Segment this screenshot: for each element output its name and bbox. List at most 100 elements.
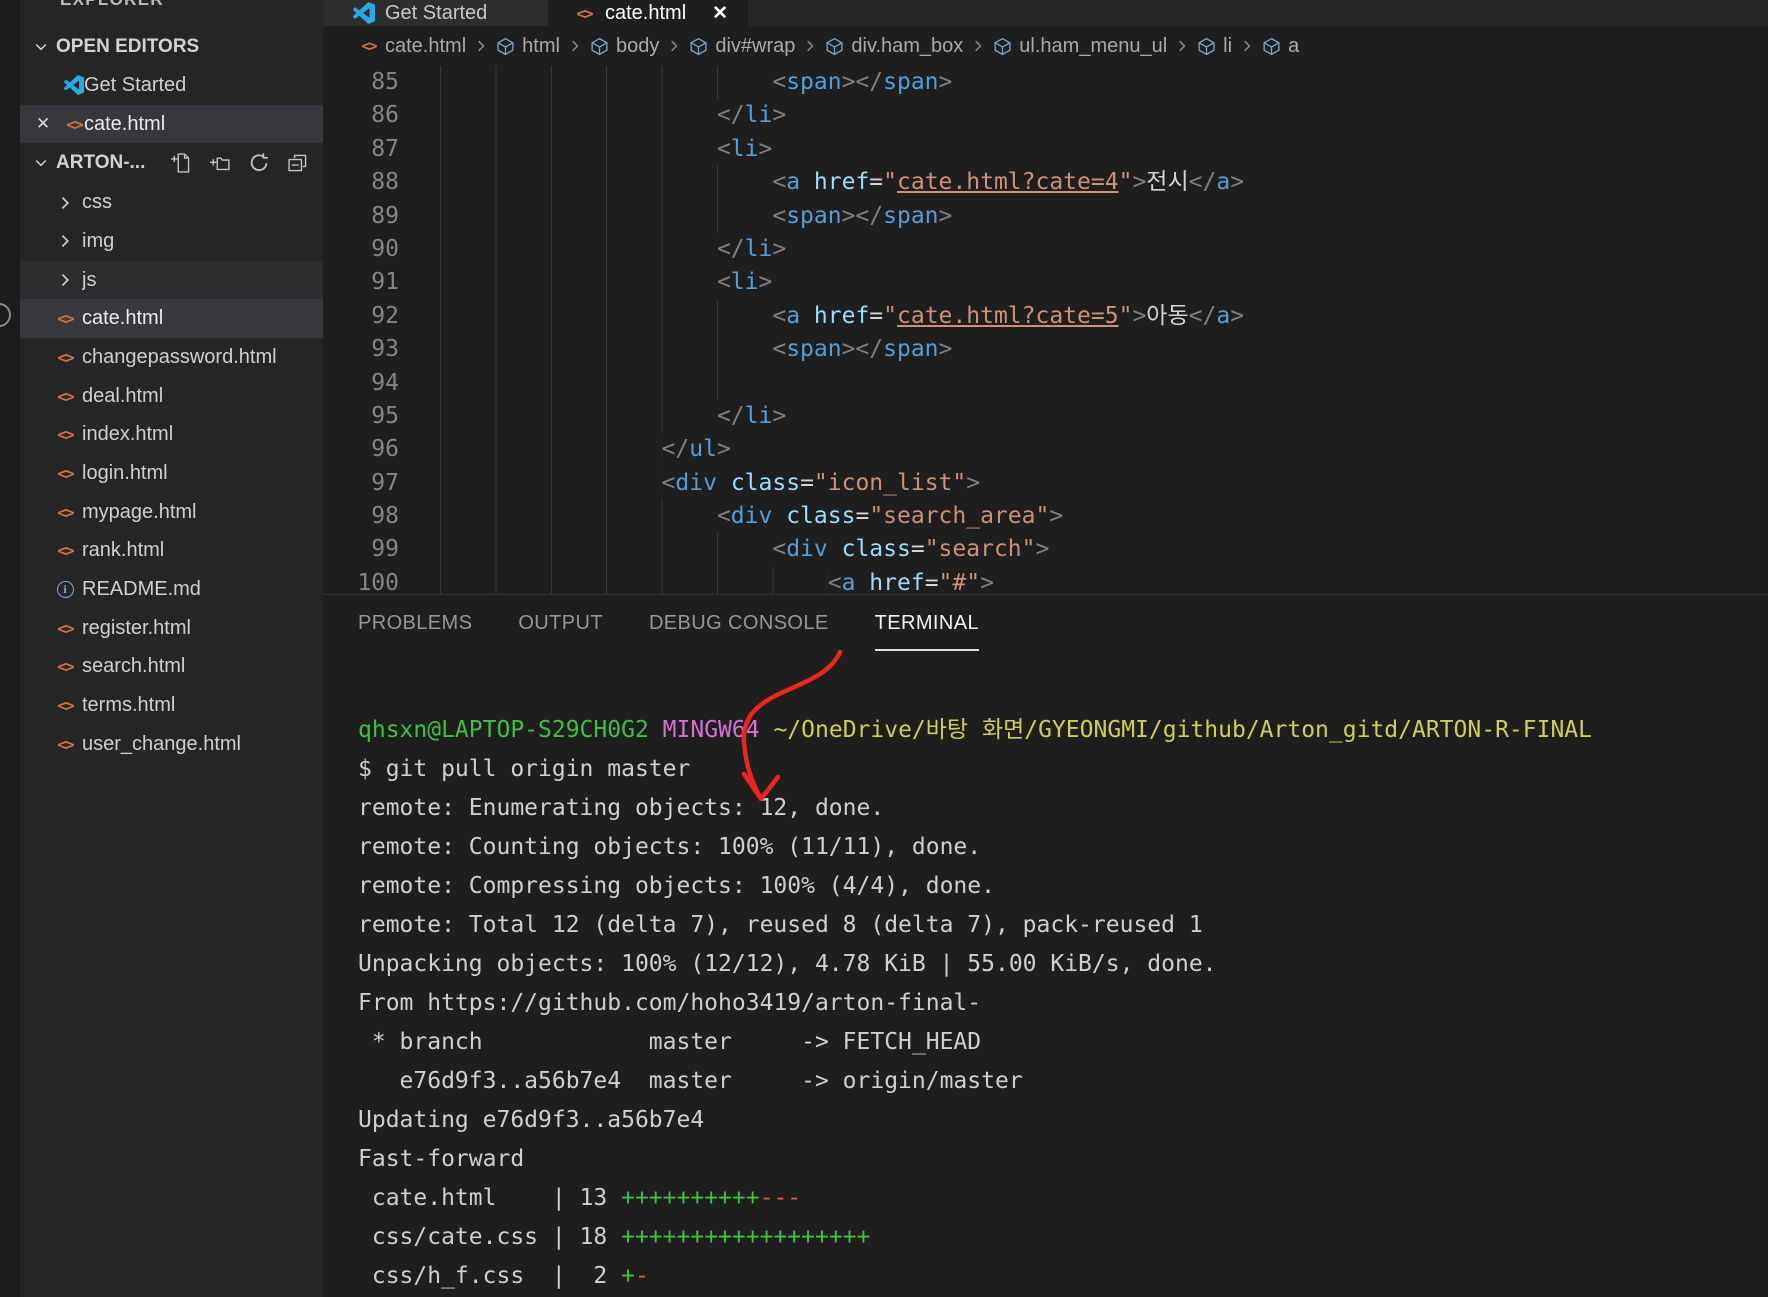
line-number[interactable]: 97 [323,467,399,500]
terminal-text: Fast-forward [358,1146,525,1172]
file-readme-md[interactable]: i README.md [20,570,323,609]
breadcrumb-item-body[interactable]: body [590,35,659,58]
code-line-86[interactable]: 86 </li> [323,99,1768,133]
terminal-text: e76d9f3..a56b7e4 master -> origin/master [358,1068,1023,1094]
code-line-88[interactable]: 88 <a href="cate.html?cate=4">전시</a> [323,166,1768,200]
terminal-output[interactable]: qhsxn@LAPTOP-S29CH0G2 MINGW64 ~/OneDrive… [323,651,1768,1296]
line-number[interactable]: 100 [323,567,399,594]
tab-cate-html[interactable]: <> cate.html ✕ [553,0,749,26]
token: </ [716,402,745,429]
code-line-85[interactable]: 85 <span></span> [323,66,1768,100]
line-number[interactable]: 94 [323,367,399,400]
open-editors-header[interactable]: OPEN EDITORS [20,28,323,66]
code-editor[interactable]: 85 <span></span> 86 </li> 87 <li> 88 <a href="c… [323,66,1768,594]
breadcrumb-item-li[interactable]: li [1197,35,1232,58]
line-number[interactable]: 99 [323,533,399,566]
collapse-all-icon[interactable] [287,152,309,174]
file-search-html[interactable]: <> search.html [20,648,323,687]
line-number[interactable]: 86 [323,99,399,132]
breadcrumb-item-ul-ham-menu-ul[interactable]: ul.ham_menu_ul [993,35,1167,58]
breadcrumb-item-div-wrap[interactable]: div#wrap [689,35,795,58]
line-number[interactable]: 89 [323,200,399,233]
terminal-line-10: e76d9f3..a56b7e4 master -> origin/master [358,1062,1768,1101]
workspace-folder-header[interactable]: ARTON-... [20,143,323,183]
code-line-95[interactable]: 95 </li> [323,399,1768,434]
code-line-90[interactable]: 90 </li> [323,232,1768,267]
folder-js[interactable]: js [20,260,323,300]
breadcrumb-item-html[interactable]: html [496,35,560,58]
token: "#" [938,569,981,594]
open-editor-get-started[interactable]: Get Started [20,66,323,105]
breadcrumb-chevron-icon [802,38,818,54]
code-line-87[interactable]: 87 <li> [323,132,1768,167]
token: ></ [841,69,884,95]
code-line-96[interactable]: 96 </ul> [323,433,1768,467]
line-number[interactable]: 95 [323,400,399,433]
line-number[interactable]: 98 [323,500,399,533]
code-line-97[interactable]: 97 <div class="icon_list"> [323,466,1768,501]
line-number[interactable]: 85 [323,66,399,99]
open-editor-cate-html[interactable]: ✕ <> cate.html [20,104,323,144]
panel-tab-bar: PROBLEMS OUTPUT DEBUG CONSOLE TERMINAL [323,595,1768,651]
code-line-92[interactable]: 92 <a href="cate.html?cate=5">아동</a> [323,299,1768,334]
token: span [883,69,939,95]
breadcrumb-item-cate-html[interactable]: <> cate.html [359,35,466,58]
code-text: <li> [440,266,773,300]
folder-css[interactable]: css [20,183,323,222]
file-terms-html[interactable]: <> terms.html [20,686,323,725]
line-number[interactable]: 91 [323,266,399,299]
token: li [744,102,773,129]
token: span [883,202,939,229]
new-folder-icon[interactable] [209,152,231,174]
file-tree: css img js <> cate.html <> changepassword.html… [20,183,323,763]
close-tab-icon[interactable]: ✕ [712,2,728,25]
file-changepassword-html[interactable]: <> changepassword.html [20,338,323,377]
token: div [675,469,717,496]
folder-img[interactable]: img [20,222,323,261]
code-line-93[interactable]: 93 <span></span> [323,333,1768,367]
panel-tab-output[interactable]: OUTPUT [518,612,603,651]
token: a [1216,302,1231,329]
terminal-line-4: remote: Counting objects: 100% (11/11), … [358,828,1768,867]
chevron-right-icon [56,232,74,250]
code-line-99[interactable]: 99 <div class="search"> [323,533,1768,567]
breadcrumb-item-a[interactable]: a [1262,35,1299,58]
file-user-change-html[interactable]: <> user_change.html [20,725,323,764]
file-deal-html[interactable]: <> deal.html [20,377,323,416]
line-number[interactable]: 87 [323,133,399,166]
activity-icon-fragment[interactable] [0,303,11,327]
breadcrumb-label: cate.html [385,34,467,57]
refresh-icon[interactable] [248,152,270,174]
code-line-91[interactable]: 91 <li> [323,266,1768,300]
file-login-html[interactable]: <> login.html [20,454,323,493]
file-index-html[interactable]: <> index.html [20,416,323,455]
terminal-text: MINGW64 [662,717,760,743]
code-line-89[interactable]: 89 <span></span> [323,199,1768,233]
tab-get-started[interactable]: Get Started [323,0,548,26]
code-text: </li> [440,399,787,434]
line-number[interactable]: 96 [323,433,399,466]
panel-tab-terminal[interactable]: TERMINAL [874,612,979,651]
terminal-text: ++++++++++++++++++ [621,1224,871,1250]
line-number[interactable]: 93 [323,333,399,366]
line-number[interactable]: 92 [323,300,399,333]
new-file-icon[interactable] [170,152,192,174]
close-editor-icon[interactable]: ✕ [30,114,64,134]
file-rank-html[interactable]: <> rank.html [20,532,323,571]
line-number[interactable]: 88 [323,166,399,199]
breadcrumb-item-div-ham-box[interactable]: div.ham_box [825,35,963,58]
token: " [1118,169,1133,196]
code-line-94[interactable]: 94 [323,366,1768,400]
file-cate-html[interactable]: <> cate.html [20,299,323,339]
panel-tab-debug-console[interactable]: DEBUG CONSOLE [649,612,829,651]
file-register-html[interactable]: <> register.html [20,609,323,648]
code-line-100[interactable]: 100 <a href="#"> [323,566,1768,594]
terminal-text: cate.html | 13 [358,1185,622,1211]
file-mypage-html[interactable]: <> mypage.html [20,493,323,532]
line-number[interactable]: 90 [323,233,399,266]
code-line-98[interactable]: 98 <div class="search_area"> [323,500,1768,534]
panel-tab-problems[interactable]: PROBLEMS [358,612,472,651]
token: > [716,436,731,463]
